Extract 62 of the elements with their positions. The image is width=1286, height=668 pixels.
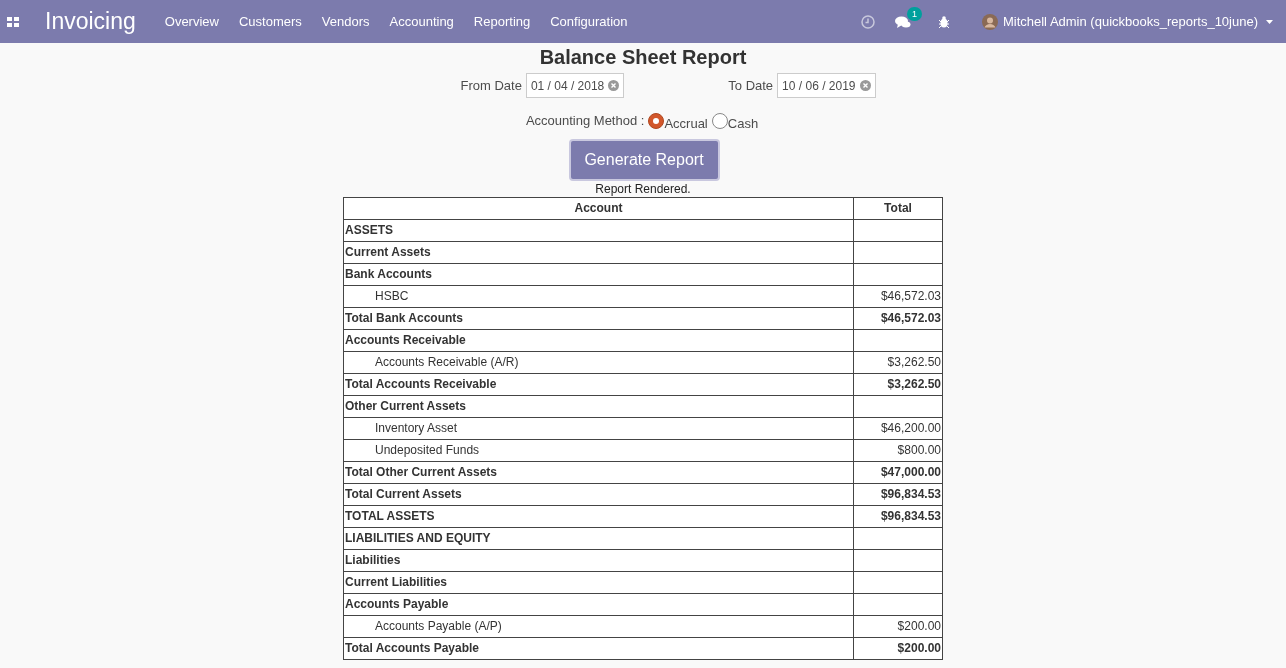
report-title: Balance Sheet Report — [539, 45, 747, 69]
total-cell: $46,200.00 — [853, 417, 943, 439]
clock-icon[interactable] — [860, 14, 875, 29]
generate-report-button[interactable]: Generate Report — [568, 138, 720, 181]
account-cell: Total Current Assets — [343, 483, 854, 505]
total-cell: $200.00 — [853, 637, 943, 659]
account-cell: TOTAL ASSETS — [343, 505, 854, 527]
radio-button[interactable] — [711, 112, 728, 129]
field-label: To Date — [728, 76, 774, 95]
total-cell: $46,572.03 — [853, 307, 943, 329]
total-cell: $200.00 — [853, 615, 943, 637]
account-cell: Accounts Payable — [343, 593, 854, 615]
date-field[interactable]: 10 / 06 / 2019 — [777, 73, 876, 98]
account-cell: Bank Accounts — [343, 263, 854, 285]
apps-menu-icon[interactable] — [7, 16, 19, 27]
account-cell: Accounts Payable (A/P) — [343, 615, 854, 637]
column-header: Account — [343, 197, 854, 219]
total-cell: $3,262.50 — [853, 373, 943, 395]
account-cell: Accounts Receivable (A/R) — [343, 351, 854, 373]
menu-link[interactable]: Reporting — [473, 11, 531, 32]
radio-button[interactable] — [648, 112, 665, 129]
avatar-icon[interactable] — [981, 13, 998, 30]
message-count-badge: 1 — [906, 6, 922, 21]
clear-icon[interactable] — [608, 80, 620, 91]
account-cell: Accounts Receivable — [343, 329, 854, 351]
account-cell: Total Bank Accounts — [343, 307, 854, 329]
menu-link[interactable]: Vendors — [321, 11, 370, 32]
total-cell: $96,834.53 — [853, 505, 943, 527]
account-cell: HSBC — [343, 285, 854, 307]
account-cell: Current Assets — [343, 241, 854, 263]
field-label: From Date — [460, 76, 522, 95]
total-cell: $47,000.00 — [853, 461, 943, 483]
radio-label[interactable]: Cash — [727, 114, 759, 134]
total-cell: $96,834.53 — [853, 483, 943, 505]
date-field[interactable]: 01 / 04 / 2018 — [525, 73, 625, 98]
bug-icon[interactable] — [937, 15, 950, 28]
account-cell: Other Current Assets — [343, 395, 854, 417]
radio-label[interactable]: Accrual — [664, 114, 708, 134]
account-cell: Total Other Current Assets — [343, 461, 854, 483]
menu-link[interactable]: Overview — [164, 11, 219, 32]
status-text: Report Rendered. — [595, 180, 691, 197]
account-cell: LIABILITIES AND EQUITY — [343, 527, 854, 549]
chat-bubbles-icon[interactable] — [894, 14, 911, 29]
total-cell: $800.00 — [853, 439, 943, 461]
app-title: Invoicing — [45, 7, 136, 37]
account-cell: ASSETS — [343, 219, 854, 241]
menu-link[interactable]: Customers — [238, 11, 302, 32]
total-cell: $46,572.03 — [853, 285, 943, 307]
total-cell: $3,262.50 — [853, 351, 943, 373]
account-cell: Liabilities — [343, 549, 854, 571]
menu-link[interactable]: Accounting — [389, 11, 454, 32]
account-cell: Total Accounts Payable — [343, 637, 854, 659]
account-cell: Total Accounts Receivable — [343, 373, 854, 395]
clear-icon[interactable] — [859, 80, 871, 91]
caret-icon[interactable] — [1266, 19, 1273, 24]
account-cell: Current Liabilities — [343, 571, 854, 593]
field-label: Accounting Method : — [525, 112, 645, 130]
user-name[interactable]: Mitchell Admin (quickbooks_reports_10june) — [1002, 11, 1258, 32]
account-cell: Inventory Asset — [343, 417, 854, 439]
column-header: Total — [853, 197, 943, 219]
menu-link[interactable]: Configuration — [550, 11, 628, 32]
account-cell: Undeposited Funds — [343, 439, 854, 461]
